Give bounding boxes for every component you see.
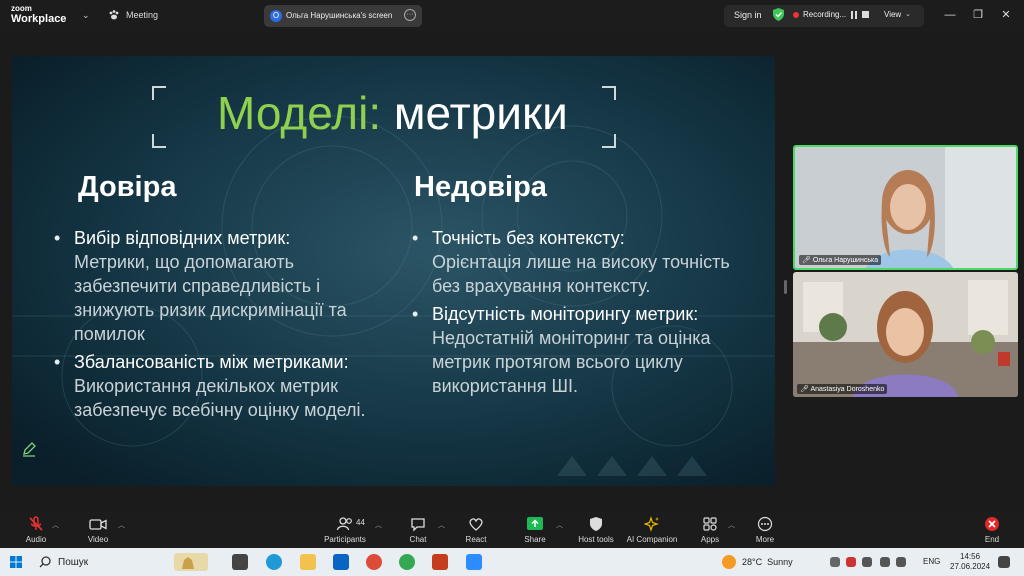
- chrome-icon[interactable]: [366, 554, 382, 570]
- sparkle-icon: [644, 516, 659, 532]
- apps-button[interactable]: Apps: [698, 516, 722, 544]
- shared-slide: Моделі: метрики Довіра Недовіра Вибір ві…: [12, 56, 775, 486]
- end-call-icon: [985, 517, 999, 531]
- title-bracket: [602, 86, 616, 100]
- slide-title: Моделі: метрики: [217, 87, 568, 139]
- zoom-app-icon[interactable]: [466, 554, 482, 570]
- trust-list: Вибір відповідних метрик:Метрики, що доп…: [54, 226, 394, 426]
- list-item: Відсутність моніторингу метрик:Недостатн…: [412, 302, 742, 398]
- volume-icon[interactable]: [896, 557, 906, 567]
- clock[interactable]: 14:56 27.06.2024: [950, 552, 990, 572]
- notifications-icon[interactable]: [998, 556, 1010, 568]
- recording-label[interactable]: Recording...: [803, 10, 846, 19]
- screen-share-label: Ольга Нарушинська's screen: [286, 11, 393, 20]
- chevron-up-icon[interactable]: ︿: [118, 520, 125, 530]
- stop-icon[interactable]: [862, 11, 869, 18]
- minimize-icon[interactable]: —: [940, 6, 960, 24]
- recording-dot-icon: [793, 12, 799, 18]
- network-icon[interactable]: [880, 557, 890, 567]
- chevron-down-icon[interactable]: ⌄: [905, 10, 911, 18]
- more-button[interactable]: More: [752, 516, 778, 544]
- share-button[interactable]: Share: [522, 516, 548, 544]
- mic-muted-icon: [29, 516, 43, 531]
- title-bracket: [152, 86, 166, 100]
- tray-icon[interactable]: [846, 557, 856, 567]
- mail-icon[interactable]: [333, 554, 349, 570]
- mic-icon[interactable]: [862, 557, 872, 567]
- chrome-profile-icon[interactable]: [399, 554, 415, 570]
- shield-icon: [590, 517, 602, 531]
- share-screen-icon: [527, 517, 543, 530]
- video-tile[interactable]: 🎤︎ Anastasiya Doroshenko: [793, 272, 1018, 397]
- sign-in-button[interactable]: Sign in: [734, 10, 762, 20]
- chat-icon: [411, 518, 425, 532]
- chevron-up-icon[interactable]: ︿: [556, 520, 563, 530]
- participant-video: [793, 272, 1018, 397]
- zoom-logo: zoom Workplace: [11, 4, 67, 25]
- list-item: Збалансованість між метриками:Використан…: [54, 350, 394, 422]
- camera-icon: [89, 519, 107, 530]
- more-icon: [757, 516, 773, 532]
- ai-companion-button[interactable]: AI Companion: [624, 516, 680, 544]
- weather-widget[interactable]: 28°C Sunny: [742, 557, 793, 567]
- annotate-pen-icon[interactable]: [20, 440, 38, 458]
- search-placeholder: Пошук: [58, 557, 89, 568]
- video-button[interactable]: Video: [84, 516, 112, 544]
- file-explorer-icon[interactable]: [300, 554, 316, 570]
- title-bracket: [152, 134, 166, 148]
- distrust-heading: Недовіра: [414, 171, 547, 203]
- apps-icon: [703, 517, 717, 531]
- title-bracket: [602, 134, 616, 148]
- chevron-up-icon[interactable]: ︿: [728, 520, 735, 530]
- heart-icon: [469, 518, 483, 531]
- language-indicator[interactable]: ENG: [923, 557, 940, 566]
- meeting-label[interactable]: Meeting: [126, 10, 158, 20]
- panel-resize-handle[interactable]: [784, 280, 787, 294]
- windows-taskbar: Пошук 28°C Sunny ENG 14:56 27.06.2024: [0, 548, 1024, 576]
- meeting-area: Моделі: метрики Довіра Недовіра Вибір ві…: [0, 32, 1024, 510]
- distrust-list: Точність без контексту:Орієнтація лише н…: [412, 226, 742, 402]
- chevron-up-icon[interactable]: ︿: [52, 520, 59, 530]
- chevron-down-icon[interactable]: ⌄: [82, 10, 90, 21]
- pause-icon[interactable]: [851, 11, 857, 19]
- participant-name: 🎤︎ Ольга Нарушинська: [799, 255, 882, 265]
- participants-count: 44: [356, 518, 365, 527]
- participant-name: 🎤︎ Anastasiya Doroshenko: [797, 384, 888, 394]
- more-options-icon[interactable]: ···: [404, 9, 416, 21]
- title-bar: zoom Workplace ⌄ Meeting O Ольга Нарушин…: [0, 0, 1024, 32]
- end-button[interactable]: End: [980, 516, 1004, 544]
- shield-check-icon[interactable]: [773, 8, 784, 21]
- powerpoint-icon[interactable]: [432, 554, 448, 570]
- chevron-up-icon[interactable]: ︿: [438, 520, 445, 530]
- task-view-icon[interactable]: [232, 554, 248, 570]
- chat-button[interactable]: Chat: [406, 516, 430, 544]
- trust-heading: Довіра: [78, 171, 177, 203]
- people-icon: [336, 517, 352, 531]
- list-item: Точність без контексту:Орієнтація лише н…: [412, 226, 742, 298]
- host-tools-button[interactable]: Host tools: [574, 516, 618, 544]
- participant-video: [795, 147, 1016, 268]
- tray-icon[interactable]: [830, 557, 840, 567]
- audio-button[interactable]: Audio: [22, 516, 50, 544]
- screen-share-pill[interactable]: O Ольга Нарушинська's screen ···: [264, 5, 422, 27]
- windows-start-icon[interactable]: [10, 556, 22, 568]
- meeting-toolbar: Audio ︿ Video ︿ Participants 44 ︿ Chat ︿…: [0, 510, 1024, 548]
- chevron-up-icon[interactable]: ︿: [375, 520, 382, 530]
- video-tile[interactable]: 🎤︎ Ольга Нарушинська: [793, 145, 1018, 270]
- list-item: Вибір відповідних метрик:Метрики, що доп…: [54, 226, 394, 346]
- react-button[interactable]: React: [463, 516, 489, 544]
- sun-icon: [722, 555, 736, 569]
- paw-icon: [109, 10, 119, 20]
- avatar: O: [270, 10, 282, 22]
- close-icon[interactable]: ✕: [996, 6, 1016, 24]
- view-button[interactable]: View: [884, 10, 901, 19]
- restore-icon[interactable]: ❐: [968, 6, 988, 24]
- edge-icon[interactable]: [266, 554, 282, 570]
